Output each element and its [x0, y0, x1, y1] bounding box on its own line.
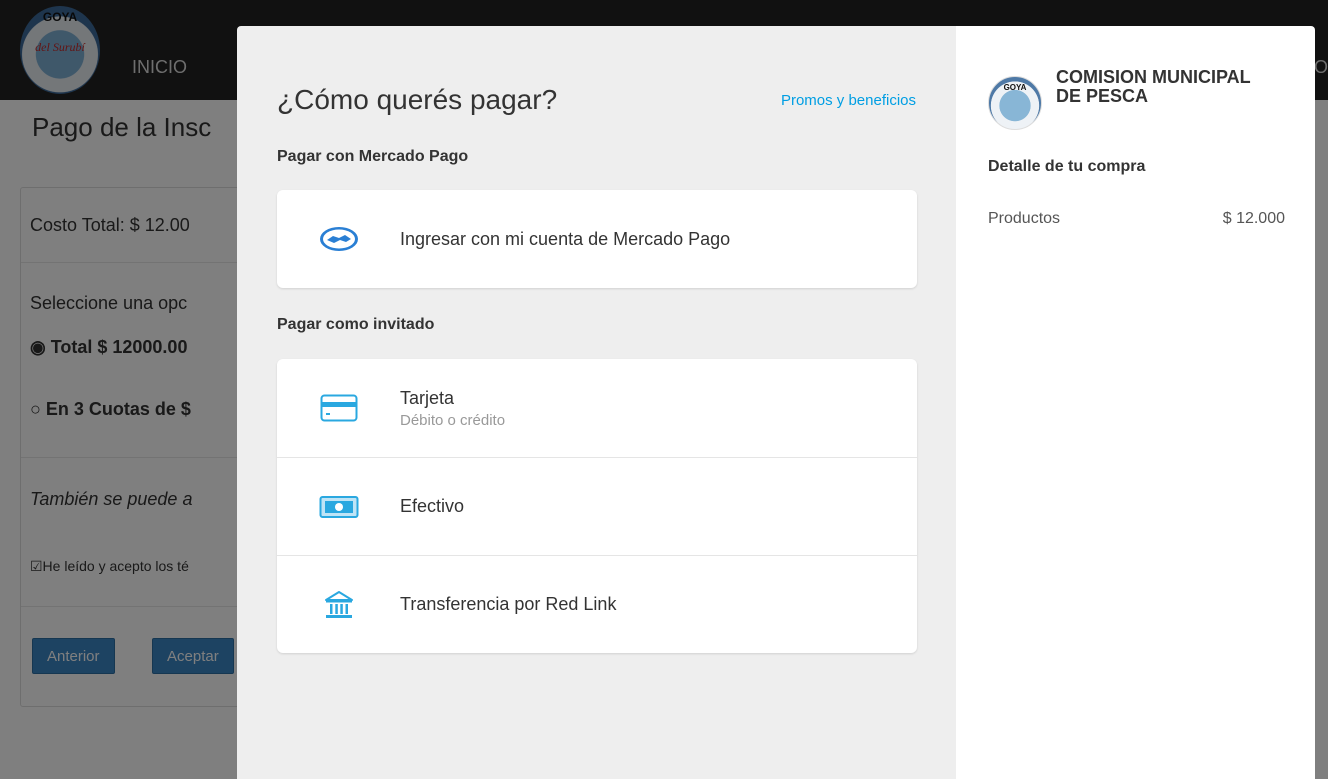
card-payment-label: Tarjeta — [400, 387, 455, 408]
products-amount: $ 12.000 — [1222, 210, 1285, 227]
mercado-pago-card: Ingresar con mi cuenta de Mercado Pago — [277, 190, 917, 288]
mercado-pago-login-label: Ingresar con mi cuenta de Mercado Pago — [400, 228, 731, 249]
store-logo: GOYA — [988, 76, 1042, 130]
promos-link[interactable]: Promos y beneficios — [781, 92, 916, 109]
payment-methods-panel: ¿Cómo querés pagar? Promos y beneficios … — [237, 26, 956, 779]
bank-transfer-label: Transferencia por Red Link — [400, 594, 617, 614]
bank-icon — [319, 589, 359, 621]
mercado-pago-handshake-icon — [319, 223, 359, 255]
card-payment-option[interactable]: Tarjeta Débito o crédito — [277, 359, 917, 457]
store-name: COMISION MUNICIPAL DE PESCA — [1056, 67, 1251, 106]
products-label: Productos — [988, 210, 1061, 227]
cash-payment-label: Efectivo — [400, 496, 465, 516]
section-title-mercado-pago: Pagar con Mercado Pago — [277, 148, 469, 165]
purchase-detail-title: Detalle de tu compra — [988, 158, 1146, 175]
guest-options-card: Tarjeta Débito o crédito Efectivo Transf… — [277, 359, 917, 653]
purchase-summary-panel: GOYA COMISION MUNICIPAL DE PESCA Detalle… — [956, 26, 1315, 779]
checkout-modal: ¿Cómo querés pagar? Promos y beneficios … — [237, 26, 1315, 779]
mercado-pago-login-option[interactable]: Ingresar con mi cuenta de Mercado Pago — [277, 190, 917, 288]
checkout-title: ¿Cómo querés pagar? — [277, 84, 558, 115]
card-payment-sublabel: Débito o crédito — [400, 411, 506, 429]
cash-payment-option[interactable]: Efectivo — [277, 457, 917, 555]
bank-transfer-option[interactable]: Transferencia por Red Link — [277, 555, 917, 653]
cash-icon — [319, 491, 359, 523]
store-logo-text: GOYA — [1003, 83, 1027, 92]
credit-card-icon — [319, 392, 359, 424]
section-title-guest: Pagar como invitado — [277, 316, 435, 333]
